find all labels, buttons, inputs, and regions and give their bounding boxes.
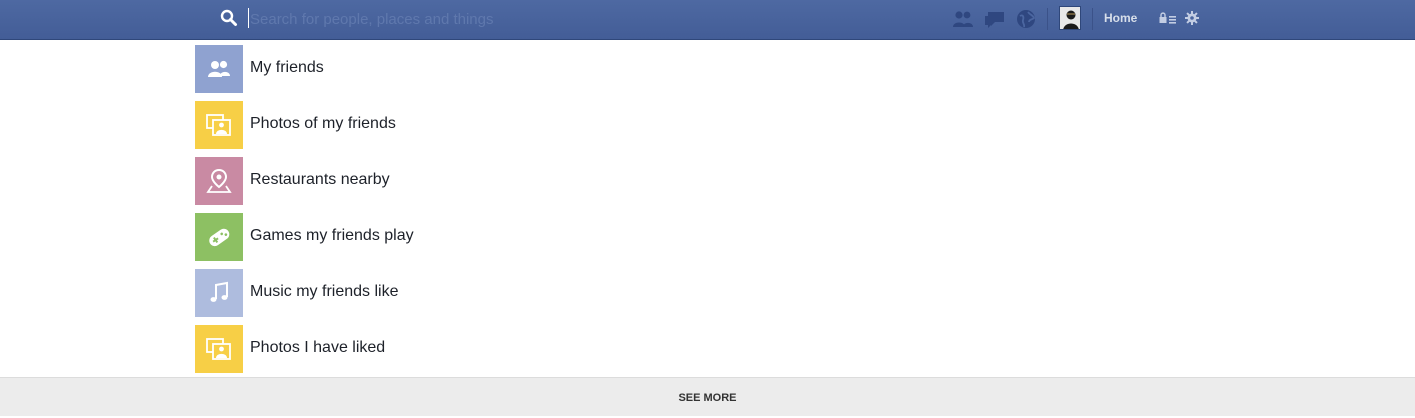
photos-icon	[206, 338, 231, 360]
privacy-shortcuts-icon[interactable]	[1158, 10, 1178, 28]
music-note-icon	[210, 281, 228, 302]
search-input[interactable]	[250, 6, 850, 32]
suggestion-photos-i-have-liked[interactable]: Photos I have liked	[195, 325, 795, 373]
suggestion-tile	[195, 269, 243, 317]
suggestion-games-my-friends-play[interactable]: Games my friends play	[195, 213, 795, 261]
map-pin-icon	[206, 168, 232, 193]
friends-icon	[208, 60, 230, 77]
profile-avatar[interactable]	[1059, 6, 1081, 30]
footer-bar: SEE MORE	[0, 377, 1415, 416]
suggestion-photos-of-my-friends[interactable]: Photos of my friends	[195, 101, 795, 149]
suggestion-tile	[195, 101, 243, 149]
separator	[1092, 8, 1093, 30]
gear-icon[interactable]	[1184, 10, 1200, 26]
search-icon[interactable]	[220, 9, 238, 27]
suggestion-music-my-friends-like[interactable]: Music my friends like	[195, 269, 795, 317]
separator	[1047, 8, 1048, 30]
see-more-button[interactable]: SEE MORE	[0, 378, 1415, 416]
suggestion-tile	[195, 213, 243, 261]
suggestion-restaurants-nearby[interactable]: Restaurants nearby	[195, 157, 795, 205]
friend-requests-icon[interactable]	[951, 8, 975, 30]
suggestion-label: Games my friends play	[250, 227, 414, 244]
suggestion-tile	[195, 325, 243, 373]
photos-icon	[206, 114, 231, 136]
suggestion-label: My friends	[250, 59, 324, 76]
top-bar: Home	[0, 0, 1415, 40]
text-cursor	[248, 8, 249, 28]
globe-notifications-icon[interactable]	[1014, 8, 1038, 30]
suggestion-tile	[195, 45, 243, 93]
gamepad-icon	[209, 228, 230, 247]
suggestion-label: Photos of my friends	[250, 115, 396, 132]
avatar-image	[1060, 7, 1080, 29]
suggestion-label: Restaurants nearby	[250, 171, 390, 188]
suggestion-label: Music my friends like	[250, 283, 399, 300]
suggestion-label: Photos I have liked	[250, 339, 386, 356]
messages-icon[interactable]	[983, 8, 1007, 30]
suggestion-tile	[195, 157, 243, 205]
home-link[interactable]: Home	[1104, 11, 1137, 25]
suggestion-my-friends[interactable]: My friends	[195, 45, 795, 93]
